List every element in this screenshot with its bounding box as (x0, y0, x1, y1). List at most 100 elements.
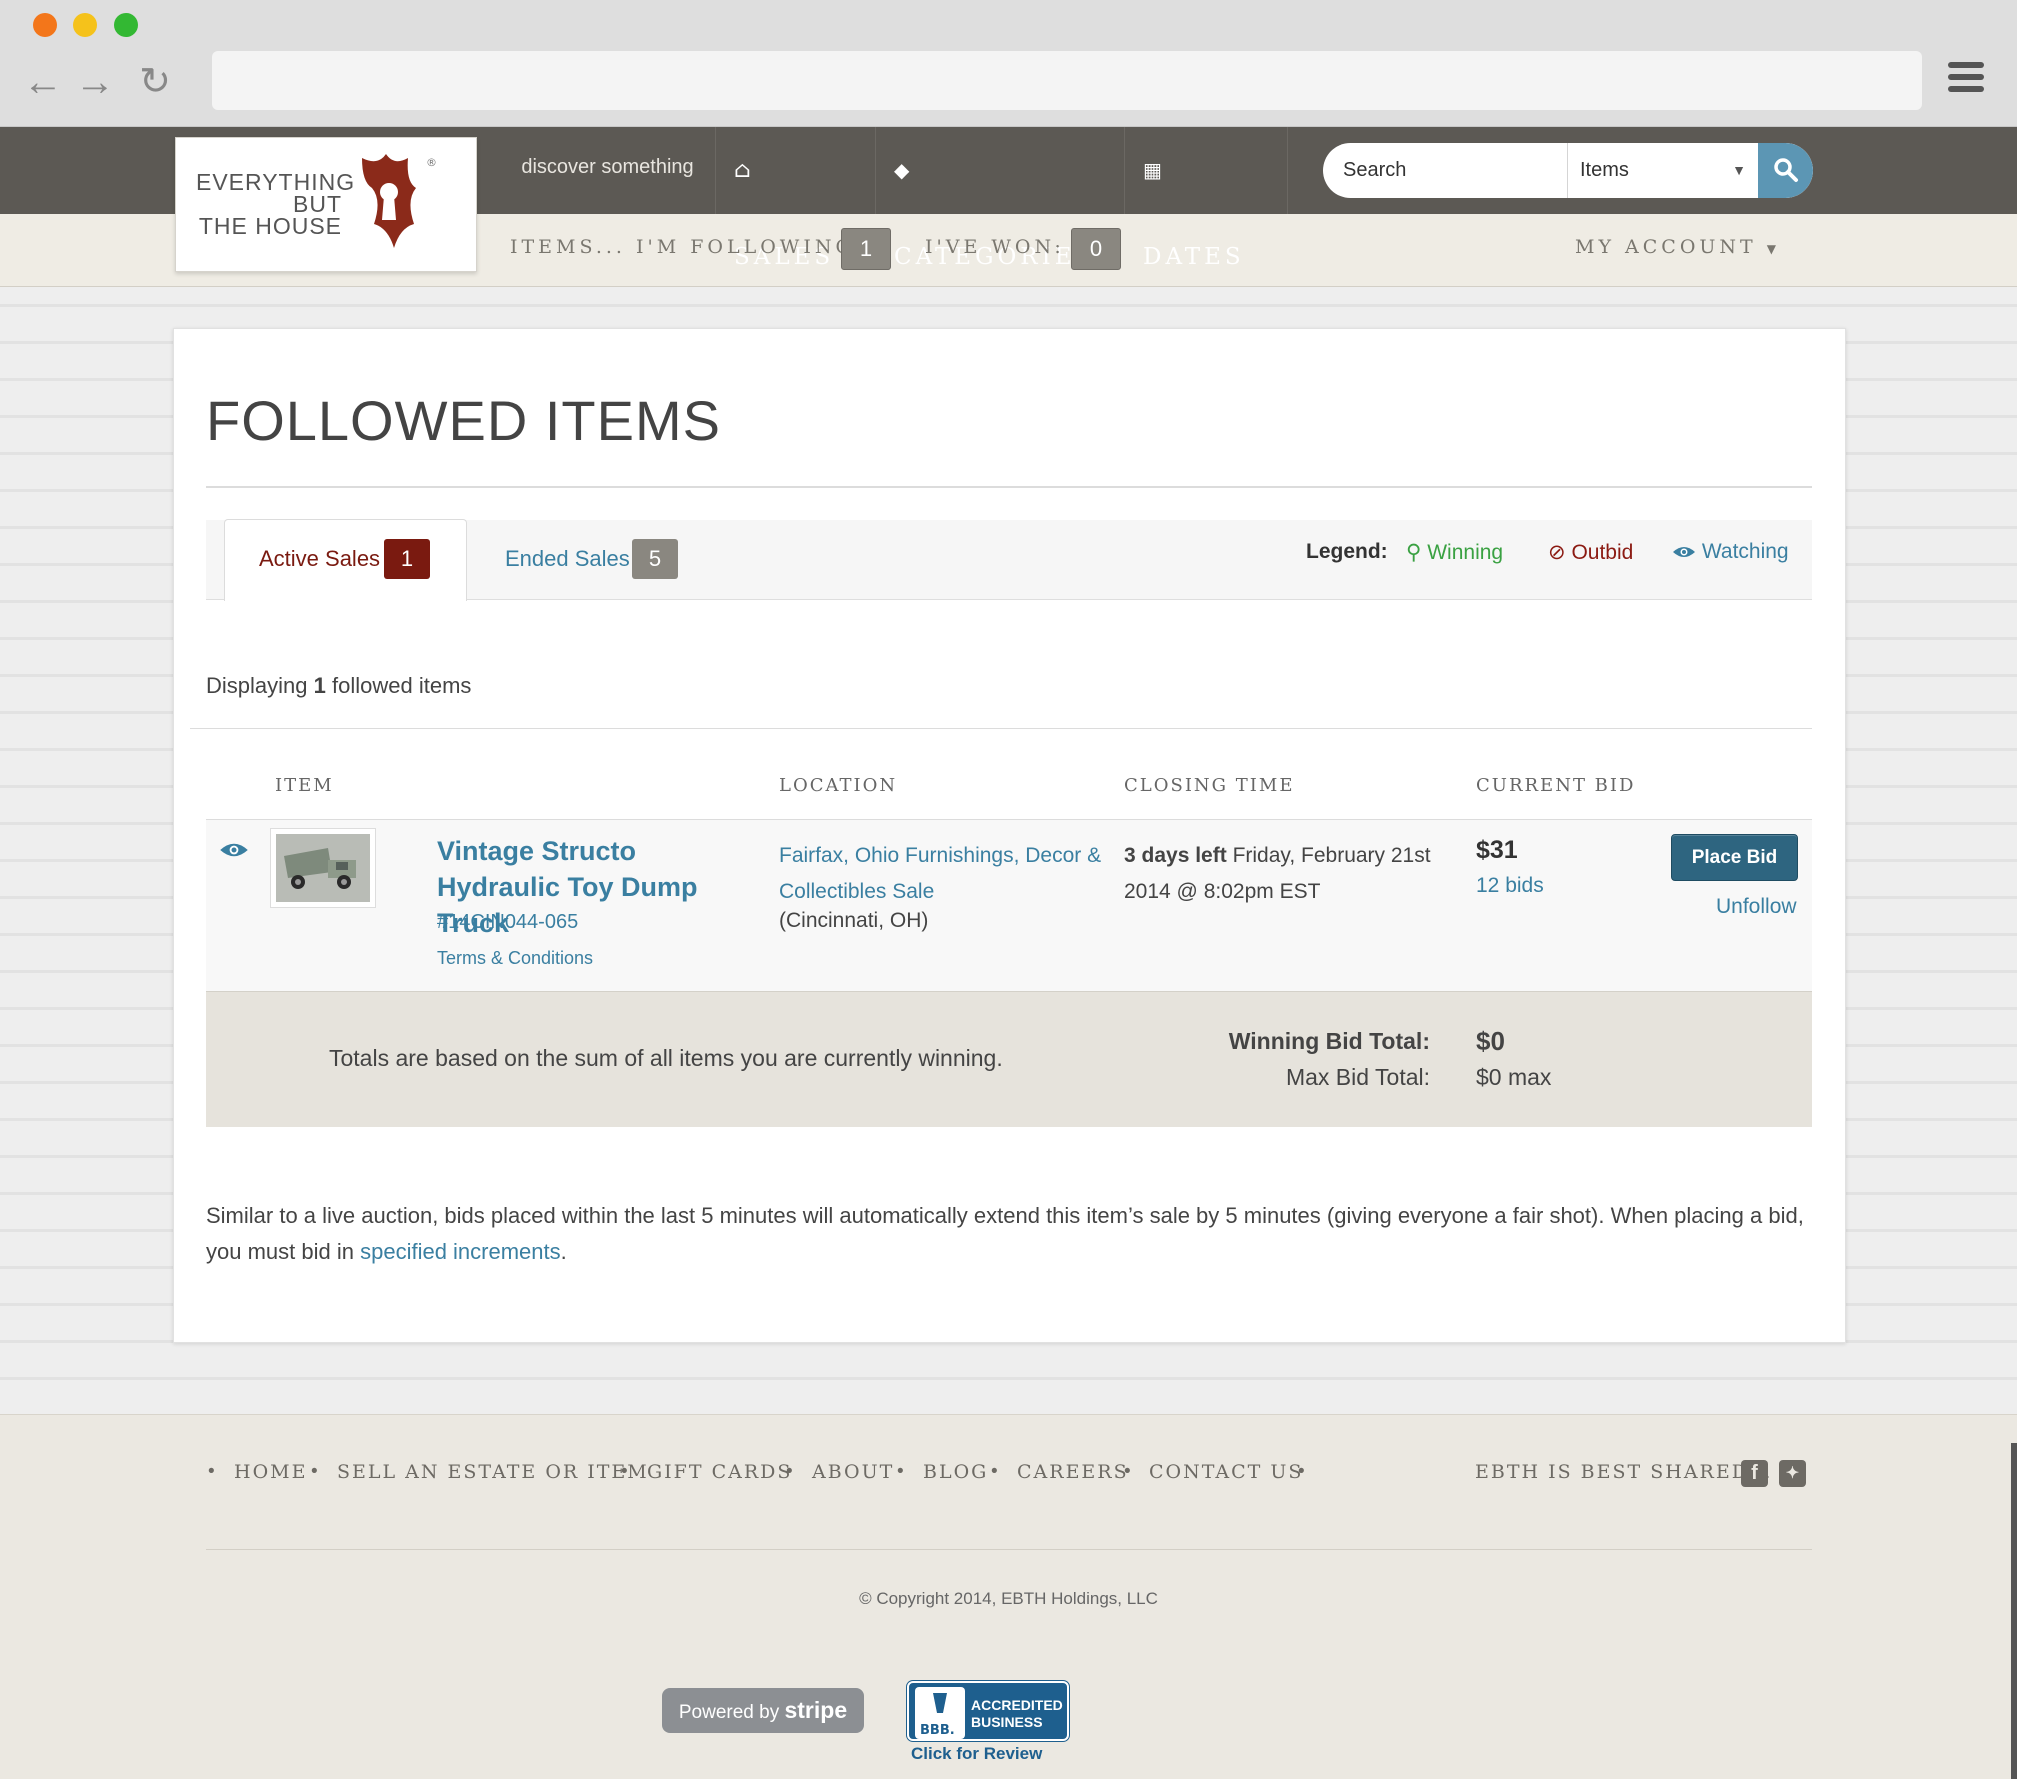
footer-divider (206, 1549, 1812, 1550)
column-header-item: ITEM (275, 775, 334, 796)
footer-separator: • (786, 1461, 793, 1482)
search-scope-value: Items (1580, 159, 1629, 181)
my-account-label: MY ACCOUNT (1575, 236, 1757, 258)
legend-title: Legend: (1306, 540, 1388, 563)
bids-count-link[interactable]: 12 bids (1476, 874, 1544, 898)
following-count[interactable]: 1 (841, 228, 891, 270)
terms-link[interactable]: Terms & Conditions (437, 948, 593, 969)
auction-footnote: Similar to a live auction, bids placed w… (206, 1198, 1806, 1270)
svg-text:®: ® (426, 156, 437, 169)
tab-active-sales-count: 1 (384, 539, 430, 579)
stripe-powered-text: Powered by (678, 1702, 780, 1723)
nav-sales[interactable]: ⌂ SALES (715, 127, 875, 270)
item-thumbnail[interactable] (270, 828, 376, 908)
home-icon: ⌂ (734, 158, 751, 183)
logo-line-1: EVERYTHING (196, 169, 356, 195)
legend-winning-label: Winning (1427, 541, 1504, 564)
item-lot-number[interactable]: #14CIN044-065 (437, 911, 578, 934)
footer-separator: • (311, 1461, 318, 1482)
winning-total-value: $0 (1476, 1026, 1505, 1056)
window-close-button[interactable] (33, 13, 57, 37)
page-scrollbar[interactable] (2011, 1443, 2017, 1779)
svg-text:BBB.: BBB. (920, 1723, 955, 1738)
eye-icon (1673, 547, 1695, 557)
back-arrow-icon[interactable]: ← (23, 60, 63, 104)
footer-link-sell[interactable]: SELL AN ESTATE OR ITEM (337, 1461, 649, 1483)
tab-active-sales[interactable]: Active Sales 1 (224, 519, 467, 601)
bbb-accredited-badge[interactable]: BBB. ACCREDITED BUSINESS Click for Revie… (907, 1681, 1069, 1765)
twitter-icon[interactable]: ✦ (1779, 1460, 1806, 1487)
current-bid-value: $31 (1476, 836, 1518, 864)
legend-watching-label: Watching (1701, 540, 1789, 563)
footer-link-contact[interactable]: CONTACT US (1149, 1461, 1303, 1483)
share-label: EBTH IS BEST SHARED... (1475, 1461, 1773, 1483)
search-icon (1774, 158, 1798, 182)
dump-truck-image (276, 834, 370, 902)
footer-separator: • (208, 1461, 215, 1482)
eye-icon[interactable] (219, 840, 249, 860)
address-bar[interactable] (212, 51, 1922, 110)
title-divider (206, 486, 1812, 488)
nav-categories[interactable]: ◆ CATEGORIES (875, 127, 1124, 270)
display-suffix: followed items (332, 673, 472, 698)
following-label: ITEMS... I'M FOLLOWING: (510, 236, 866, 258)
calendar-icon: ▦ (1143, 158, 1162, 182)
nav-dates[interactable]: ▦ DATES (1124, 127, 1288, 270)
keyhole-logo-icon: ® (362, 154, 437, 248)
sale-link[interactable]: Fairfax, Ohio Furnishings, Decor & Colle… (779, 838, 1109, 910)
window-minimize-button[interactable] (73, 13, 97, 37)
page-title: FOLLOWED ITEMS (206, 389, 721, 452)
site-logo[interactable]: EVERYTHING BUT THE HOUSE ® (175, 137, 477, 272)
bbb-cta: Click for Review (911, 1744, 1043, 1763)
prohibited-icon: ⊘ (1548, 541, 1566, 564)
powered-by-stripe-badge[interactable]: Powered by stripe (662, 1688, 864, 1733)
bbb-badge-box: BBB. ACCREDITED BUSINESS (907, 1681, 1069, 1741)
browser-menu-icon[interactable] (1948, 62, 1984, 98)
unfollow-link[interactable]: Unfollow (1716, 895, 1797, 919)
totals-note: Totals are based on the sum of all items… (329, 1045, 1003, 1071)
nav-dates-label: DATES (1143, 244, 1245, 270)
display-count-text: Displaying 1 followed items (206, 673, 471, 699)
footer-link-careers[interactable]: CAREERS (1017, 1461, 1129, 1483)
tab-ended-sales-label: Ended Sales (505, 546, 630, 571)
display-prefix: Displaying (206, 673, 308, 698)
facebook-icon[interactable]: f (1741, 1460, 1768, 1487)
column-header-closing-time: CLOSING TIME (1124, 775, 1295, 796)
specified-increments-link[interactable]: specified increments (360, 1239, 561, 1264)
footer-link-about[interactable]: ABOUT (812, 1461, 894, 1483)
reload-icon[interactable]: ↻ (135, 60, 175, 104)
max-total-label: Max Bid Total: (1285, 1064, 1430, 1090)
winning-total-label: Winning Bid Total: (1228, 1028, 1430, 1054)
my-account-menu[interactable]: MY ACCOUNT ▼ (1575, 236, 1776, 258)
won-label: I'VE WON: (925, 236, 1065, 258)
column-header-location: LOCATION (779, 775, 898, 796)
max-total-value: $0 max (1476, 1064, 1552, 1090)
copyright: © Copyright 2014, EBTH Holdings, LLC (859, 1589, 1158, 1608)
footer-link-gift-cards[interactable]: GIFT CARDS (647, 1461, 792, 1483)
search-input[interactable]: Search (1323, 143, 1568, 198)
search-scope-select[interactable]: Items ▼ (1568, 143, 1758, 198)
place-bid-button[interactable]: Place Bid (1671, 834, 1798, 881)
forward-arrow-icon[interactable]: → (75, 60, 115, 104)
bbb-line-1: ACCREDITED (971, 1697, 1063, 1713)
legend-outbid: ⊘ Outbid (1548, 540, 1633, 565)
trophy-icon: ⚲ (1406, 541, 1422, 564)
footer-separator: • (621, 1461, 628, 1482)
footer-separator: • (991, 1461, 998, 1482)
window-maximize-button[interactable] (114, 13, 138, 37)
footer-link-blog[interactable]: BLOG (923, 1461, 988, 1483)
bbb-torch-logo-icon: BBB. (915, 1687, 965, 1739)
closing-time: 3 days left Friday, February 21st 2014 @… (1124, 838, 1444, 910)
search-button[interactable] (1758, 143, 1813, 198)
footer-separator: • (1298, 1461, 1305, 1482)
legend-winning: ⚲ Winning (1406, 540, 1503, 565)
time-left: 3 days left (1124, 844, 1227, 867)
caret-down-icon: ▼ (1732, 162, 1746, 178)
caret-down-icon: ▼ (1766, 242, 1777, 256)
display-count: 1 (313, 673, 326, 698)
site-tagline: discover something (521, 156, 694, 178)
footer-link-home[interactable]: HOME (234, 1461, 307, 1483)
tab-ended-sales[interactable]: Ended Sales 5 (490, 519, 700, 599)
won-count[interactable]: 0 (1071, 228, 1121, 270)
list-divider (190, 728, 1812, 729)
